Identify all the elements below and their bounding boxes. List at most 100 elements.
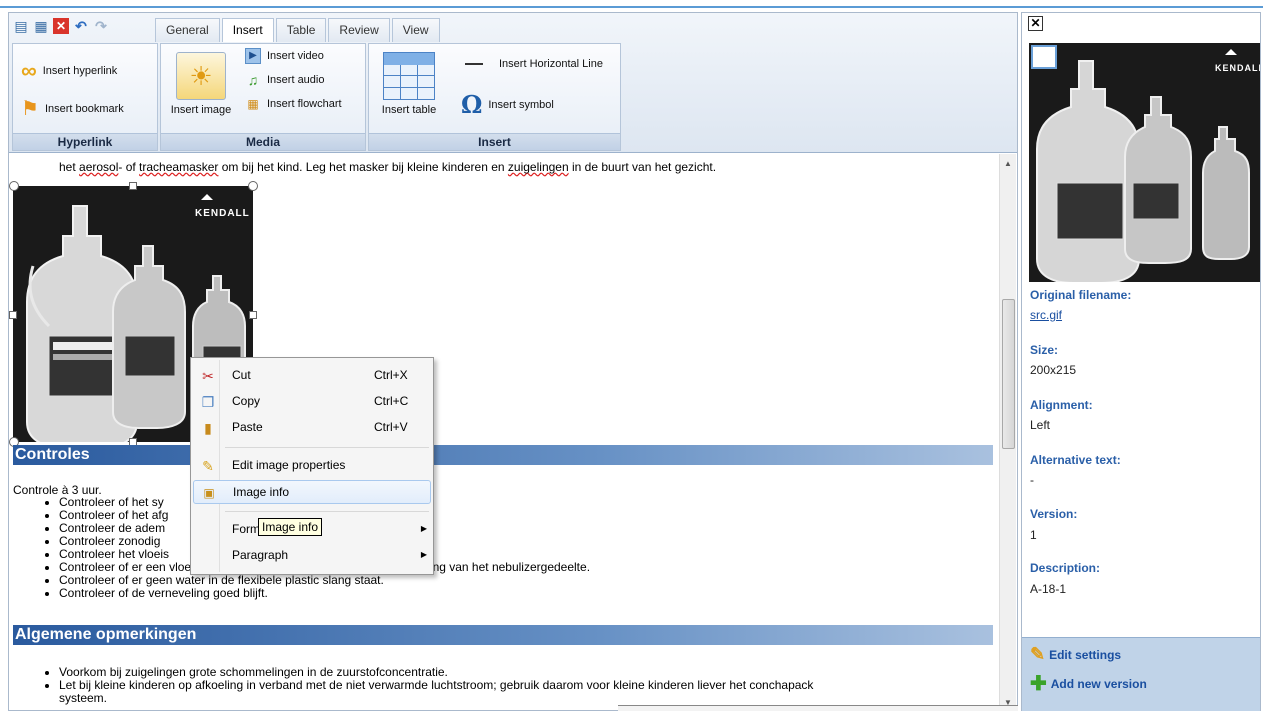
original-filename-link[interactable]: src.gif <box>1030 308 1062 322</box>
insert-horizontal-line-button[interactable]: Insert Horizontal Line <box>465 58 603 70</box>
panel-footer: ✎ Edit settings ✚ Add new version <box>1022 637 1260 711</box>
menu-item-label: Copy <box>232 394 261 408</box>
insert-image-button[interactable]: ☀ Insert image <box>167 52 235 116</box>
document-body[interactable]: het aerosol- of tracheamasker om bij het… <box>9 154 997 710</box>
close-icon[interactable]: ✕ <box>53 18 69 34</box>
insert-audio-button[interactable]: ♫ Insert audio <box>245 72 325 88</box>
list-item: Let bij kleine kinderen op afkoeling in … <box>59 679 813 692</box>
resize-handle[interactable] <box>9 311 17 319</box>
resize-handle[interactable] <box>9 181 19 191</box>
document-top-line: het aerosol- of tracheamasker om bij het… <box>59 160 716 174</box>
insert-table-label: Insert table <box>381 104 437 116</box>
text-run: om bij het kind. Leg het masker bij klei… <box>218 160 508 174</box>
horizontal-line-icon <box>465 63 483 65</box>
size-value: 200x215 <box>1030 363 1077 377</box>
menu-item-label: Image info <box>233 485 290 499</box>
omega-icon: Ω <box>461 90 483 119</box>
ribbon: ▤ ▦ ✕ ↶ ↷ General Insert Table Review Vi… <box>9 13 1017 153</box>
menu-item-label: Edit image properties <box>232 458 346 472</box>
alt-text-value: - <box>1030 473 1034 487</box>
save-icon[interactable]: ▤ <box>13 18 29 34</box>
menu-item-shortcut: Ctrl+V <box>374 420 408 434</box>
menu-item-paste[interactable]: ▮ Paste Ctrl+V <box>193 416 431 440</box>
hyperlink-group-label: Hyperlink <box>13 133 157 150</box>
bottom-status-strip <box>618 705 1018 711</box>
editor: ▤ ▦ ✕ ↶ ↷ General Insert Table Review Vi… <box>8 12 1018 711</box>
image-info-icon: ▣ <box>203 486 215 500</box>
description-label: Description: <box>1030 561 1101 575</box>
text-run: het <box>59 160 80 174</box>
insert-hyperlink-button[interactable]: ∞ Insert hyperlink <box>21 58 117 84</box>
insert-symbol-button[interactable]: Ω Insert symbol <box>461 90 554 119</box>
menu-item-cut[interactable]: ✂ Cut Ctrl+X <box>193 364 431 388</box>
hyperlink-group: ∞ Insert hyperlink ⚑ Insert bookmark Hyp… <box>12 43 158 151</box>
insert-flowchart-label: Insert flowchart <box>267 98 342 110</box>
alignment-label: Alignment: <box>1030 398 1093 412</box>
heading-controles: Controles <box>13 445 993 465</box>
edit-settings-button[interactable]: ✎ Edit settings <box>1030 644 1121 665</box>
redo-icon[interactable]: ↷ <box>93 18 109 34</box>
menu-item-paragraph[interactable]: Paragraph ▶ <box>193 544 431 568</box>
tab-review[interactable]: Review <box>328 18 390 42</box>
menu-item-edit-image-properties[interactable]: ✎ Edit image properties <box>193 454 431 478</box>
misspelled-word[interactable]: tracheamasker <box>139 160 218 174</box>
insert-group-label: Insert <box>369 133 620 150</box>
resize-handle[interactable] <box>129 182 137 190</box>
insert-hyperlink-label: Insert hyperlink <box>42 65 118 77</box>
undo-icon[interactable]: ↶ <box>73 18 89 34</box>
scrollbar-thumb[interactable] <box>1002 299 1015 449</box>
insert-group: Insert table Insert Horizontal Line Ω In… <box>368 43 621 151</box>
submenu-arrow-icon: ▶ <box>420 524 427 533</box>
menu-separator <box>225 447 429 448</box>
text-run: in de buurt van het gezicht. <box>568 160 717 174</box>
menu-item-shortcut: Ctrl+X <box>374 368 408 382</box>
bookmark-icon: ⚑ <box>21 98 39 120</box>
list-item: systeem. <box>59 691 108 705</box>
menu-item-label: Cut <box>232 368 251 382</box>
panel-image-preview: KENDALL <box>1029 43 1260 282</box>
insert-hline-label: Insert Horizontal Line <box>499 58 603 70</box>
insert-bookmark-button[interactable]: ⚑ Insert bookmark <box>21 96 124 121</box>
edit-image-icon: ✎ <box>202 458 214 474</box>
hyperlink-icon: ∞ <box>21 58 37 83</box>
edit-settings-label: Edit settings <box>1049 647 1122 662</box>
add-new-version-button[interactable]: ✚ Add new version <box>1030 671 1147 696</box>
menu-item-copy[interactable]: ❐ Copy Ctrl+C <box>193 390 431 414</box>
insert-video-button[interactable]: ▶ Insert video <box>245 48 324 64</box>
tab-general[interactable]: General <box>155 18 220 42</box>
misspelled-word[interactable]: aerosol <box>79 160 118 174</box>
vertical-scrollbar[interactable]: ▲ ▼ <box>999 154 1016 710</box>
menu-item-image-info[interactable]: ▣ Image info <box>193 480 431 504</box>
image-preview-icon[interactable] <box>1031 45 1057 69</box>
image-brand-text: KENDALL <box>1215 63 1260 73</box>
menu-item-label: Paste <box>232 420 263 434</box>
plus-icon: ✚ <box>1030 673 1047 695</box>
resize-handle[interactable] <box>248 181 258 191</box>
submenu-arrow-icon: ▶ <box>420 550 427 559</box>
close-icon[interactable]: ✕ <box>1028 16 1043 31</box>
tab-view[interactable]: View <box>391 18 440 42</box>
window-top-border <box>0 0 1263 8</box>
resize-handle[interactable] <box>249 311 257 319</box>
misspelled-word[interactable]: zuigelingen <box>508 160 569 174</box>
video-icon: ▶ <box>245 48 261 64</box>
image-brand-text: KENDALL <box>195 208 250 219</box>
insert-audio-label: Insert audio <box>267 74 325 86</box>
tab-table[interactable]: Table <box>275 18 327 42</box>
insert-image-label: Insert image <box>170 104 232 116</box>
image-info-panel: ✕ KENDALL Original filename: src.gif Siz… <box>1021 12 1261 711</box>
image-icon: ☀ <box>176 52 226 100</box>
version-value: 1 <box>1030 528 1037 542</box>
flowchart-icon: ▦ <box>247 97 259 111</box>
save-close-icon[interactable]: ▦ <box>33 18 49 34</box>
heading-algemene-opmerkingen: Algemene opmerkingen <box>13 625 993 645</box>
insert-table-button[interactable]: Insert table <box>375 52 443 116</box>
insert-bookmark-label: Insert bookmark <box>44 102 124 115</box>
tab-insert[interactable]: Insert <box>221 18 274 42</box>
media-group: ☀ Insert image ▶ Insert video ♫ Insert a… <box>160 43 366 151</box>
insert-flowchart-button[interactable]: ▦ Insert flowchart <box>245 96 342 112</box>
scroll-up-icon[interactable]: ▲ <box>1004 159 1012 168</box>
scissors-icon: ✂ <box>202 368 214 384</box>
paste-icon: ▮ <box>204 420 212 436</box>
audio-icon: ♫ <box>247 72 259 88</box>
